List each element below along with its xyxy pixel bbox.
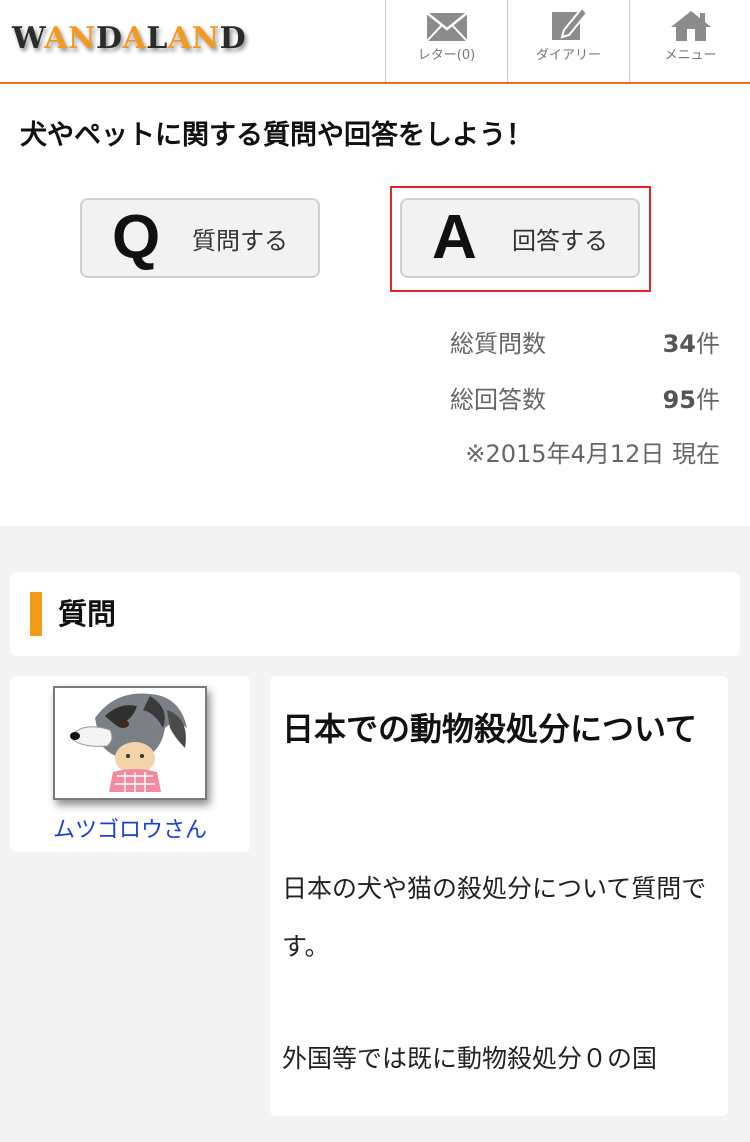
user-name-link[interactable]: ムツゴロウさん	[10, 816, 250, 846]
section-accent-bar	[30, 592, 42, 636]
question-paragraph: 外国等では既に動物殺処分０の国	[282, 1044, 658, 1073]
ask-question-button[interactable]: Q 質問する	[80, 198, 320, 278]
stat-total-answers: 総回答数 95件	[450, 380, 720, 420]
answer-label: 回答する	[512, 226, 608, 255]
question-title[interactable]: 日本での動物殺処分について	[282, 698, 702, 760]
section-header: 質問	[10, 572, 740, 656]
pencil-note-icon	[550, 6, 588, 42]
answer-button[interactable]: A 回答する	[400, 198, 640, 278]
house-icon	[670, 10, 712, 42]
page-heading: 犬やペットに関する質問や回答をしよう！	[20, 120, 533, 151]
stat-value: 95件	[662, 386, 720, 414]
user-card: ムツゴロウさん	[10, 676, 250, 852]
site-logo[interactable]: WANDALAND	[12, 22, 246, 56]
stat-value: 34件	[662, 330, 720, 358]
envelope-icon	[425, 10, 468, 42]
q-letter-icon: Q	[112, 203, 161, 272]
site-header: WANDALAND レター(0) ダイアリー メニュー	[0, 0, 750, 84]
nav-menu[interactable]: メニュー	[629, 0, 750, 82]
nav-diary[interactable]: ダイアリー	[507, 0, 629, 82]
user-avatar[interactable]	[53, 686, 207, 800]
stat-label: 総回答数	[450, 386, 546, 414]
nav-letter-label: レター(0)	[417, 48, 476, 63]
stats-as-of: ※2015年4月12日 現在	[465, 440, 720, 468]
ask-question-label: 質問する	[192, 226, 288, 255]
intro-section: 犬やペットに関する質問や回答をしよう！ Q 質問する A 回答する 総質問数 3…	[0, 84, 750, 526]
question-paragraph: 日本の犬や猫の殺処分について質問です。	[282, 874, 707, 961]
nav-letter[interactable]: レター(0)	[385, 0, 507, 82]
section-title: 質問	[58, 597, 117, 631]
stat-total-questions: 総質問数 34件	[450, 324, 720, 364]
question-card: 日本での動物殺処分について 日本の犬や猫の殺処分について質問です。 外国等では既…	[270, 676, 728, 1116]
nav-menu-label: メニュー	[664, 48, 717, 63]
a-letter-icon: A	[432, 203, 477, 272]
stat-label: 総質問数	[450, 330, 546, 358]
question-body: 日本の犬や猫の殺処分について質問です。 外国等では既に動物殺処分０の国	[282, 860, 712, 1142]
nav-diary-label: ダイアリー	[535, 48, 601, 63]
